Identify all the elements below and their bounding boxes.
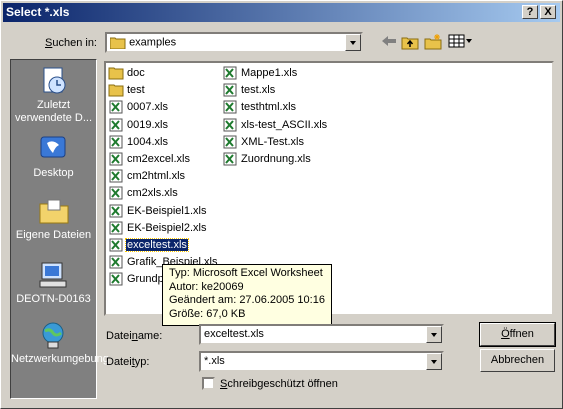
place-my-computer[interactable]: DEOTN-D0163	[11, 260, 96, 306]
tooltip-modified: Geändert am: 27.06.2005 10:16	[169, 294, 325, 306]
place-desktop[interactable]: Desktop	[11, 134, 96, 180]
file-open-dialog: Select *.xls ? X Suchen in: examples Zul…	[0, 0, 563, 409]
excel-file-icon	[109, 169, 123, 183]
excel-file-icon	[109, 152, 123, 166]
filetype-label: Dateityp:	[106, 356, 150, 368]
filename-value[interactable]: exceltest.xls	[204, 328, 264, 340]
excel-file-icon	[109, 118, 123, 132]
file-name: test.xls	[241, 84, 276, 97]
close-button[interactable]: X	[540, 5, 556, 19]
file-info-tooltip: Typ: Microsoft Excel Worksheet Autor: ke…	[162, 264, 332, 326]
excel-file-icon	[223, 66, 237, 80]
open-button[interactable]: Öffnen	[479, 322, 556, 347]
filename-combobox[interactable]: exceltest.xls	[199, 324, 444, 345]
excel-file-icon	[223, 100, 237, 114]
lookin-combobox[interactable]: examples	[105, 32, 363, 53]
file-item[interactable]: 0007.xls	[108, 99, 169, 115]
view-menu-icon[interactable]	[447, 34, 473, 52]
file-item[interactable]: cm2excel.xls	[108, 151, 191, 167]
places-bar: Zuletzt verwendete D... Desktop Eigene D…	[10, 59, 109, 399]
excel-file-icon	[109, 100, 123, 114]
file-name: test	[127, 84, 145, 97]
desktop-icon	[40, 136, 65, 158]
file-item[interactable]: Zuordnung.xls	[222, 151, 312, 167]
excel-file-icon	[109, 221, 123, 235]
tooltip-type: Typ: Microsoft Excel Worksheet	[169, 267, 323, 279]
place-my-documents[interactable]: Eigene Dateien	[11, 196, 96, 242]
filetype-combobox[interactable]: *.xls	[199, 351, 444, 372]
filetype-dropdown-button[interactable]	[426, 353, 442, 370]
file-item[interactable]: Grundpl	[108, 271, 167, 287]
excel-file-icon	[223, 83, 237, 97]
excel-file-icon	[109, 186, 123, 200]
excel-file-icon	[223, 152, 237, 166]
tooltip-author: Autor: ke20069	[169, 280, 244, 293]
file-item[interactable]: EK-Beispiel1.xls	[108, 203, 207, 219]
readonly-label[interactable]: Schreibgeschützt öffnen	[220, 378, 338, 390]
file-name: Mappe1.xls	[241, 67, 298, 80]
excel-file-icon	[109, 135, 123, 149]
recent-documents-icon	[43, 67, 65, 94]
folder-icon	[108, 67, 124, 80]
place-recent[interactable]: Zuletzt verwendete D...	[11, 66, 96, 125]
excel-file-icon	[223, 135, 237, 149]
file-item[interactable]: test.xls	[222, 82, 276, 98]
file-name: cm2xls.xls	[127, 187, 178, 200]
help-button[interactable]: ?	[522, 5, 538, 19]
lookin-value: examples	[109, 36, 176, 50]
file-name: XML-Test.xls	[241, 135, 304, 148]
file-item[interactable]: exceltest.xls	[108, 237, 189, 253]
file-name: Grundpl	[127, 273, 167, 286]
file-item[interactable]: EK-Beispiel2.xls	[108, 220, 207, 236]
new-folder-icon[interactable]	[423, 34, 443, 52]
file-name: doc	[127, 67, 145, 80]
file-name: EK-Beispiel2.xls	[127, 221, 207, 234]
file-item[interactable]: 1004.xls	[108, 134, 169, 150]
my-documents-icon	[39, 199, 68, 224]
file-name: testhtml.xls	[241, 101, 297, 114]
file-name: 0019.xls	[127, 118, 168, 131]
file-name: EK-Beispiel1.xls	[127, 204, 207, 217]
file-name: Zuordnung.xls	[241, 153, 311, 166]
file-item[interactable]: XML-Test.xls	[222, 134, 305, 150]
excel-file-icon	[109, 238, 123, 252]
place-network[interactable]: Netzwerkumgebung	[11, 320, 109, 366]
folder-icon	[108, 84, 124, 97]
filename-dropdown-button[interactable]	[426, 326, 442, 343]
network-icon	[42, 322, 63, 349]
my-computer-icon	[39, 262, 66, 288]
lookin-label: Suchen in:	[45, 37, 97, 49]
excel-file-icon	[223, 118, 237, 132]
folder-item[interactable]: doc	[108, 65, 146, 81]
file-name: exceltest.xls	[125, 238, 189, 253]
lookin-dropdown-button[interactable]	[345, 34, 361, 51]
file-name: 0007.xls	[127, 101, 168, 114]
file-item[interactable]: cm2xls.xls	[108, 185, 179, 201]
excel-file-icon	[109, 255, 123, 269]
readonly-checkbox[interactable]	[202, 377, 215, 390]
folder-item[interactable]: test	[108, 82, 146, 98]
cancel-button[interactable]: Abbrechen	[480, 349, 555, 372]
up-folder-icon[interactable]	[400, 34, 420, 52]
title-bar[interactable]: Select *.xls ? X	[3, 3, 560, 22]
filename-label: Dateiname:	[106, 330, 163, 342]
file-item[interactable]: 0019.xls	[108, 117, 169, 133]
file-name: 1004.xls	[127, 135, 168, 148]
excel-file-icon	[109, 272, 123, 286]
file-name: xls-test_ASCII.xls	[241, 118, 328, 131]
back-arrow-icon[interactable]	[379, 34, 399, 52]
file-item[interactable]: xls-test_ASCII.xls	[222, 117, 328, 133]
filetype-value: *.xls	[204, 355, 225, 367]
folder-icon	[109, 37, 126, 50]
window-title: Select *.xls	[6, 5, 70, 19]
file-item[interactable]: cm2html.xls	[108, 168, 186, 184]
file-name: cm2html.xls	[127, 170, 186, 183]
file-item[interactable]: Mappe1.xls	[222, 65, 298, 81]
excel-file-icon	[109, 204, 123, 218]
file-item[interactable]: testhtml.xls	[222, 99, 297, 115]
file-name: cm2excel.xls	[127, 153, 190, 166]
tooltip-size: Größe: 67,0 KB	[169, 307, 246, 320]
